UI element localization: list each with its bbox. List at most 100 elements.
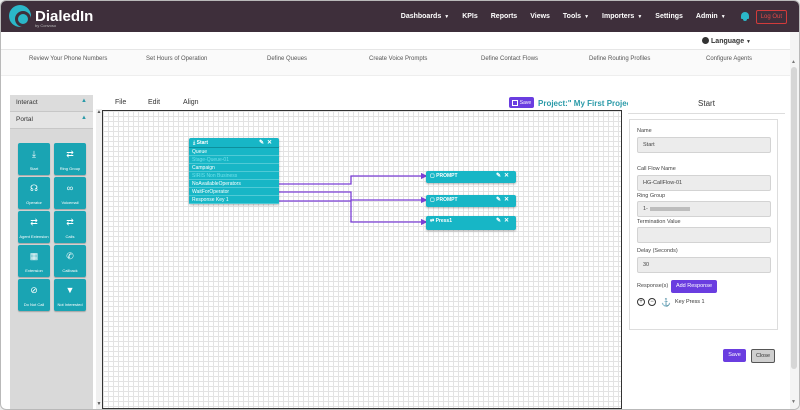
delay-field[interactable]: 30 <box>637 257 771 273</box>
response-label: Key Press 1 <box>674 299 705 305</box>
start-node[interactable]: ⤓ Start ✎✕ Queue Stage-Queue-01 Campaign… <box>189 138 279 204</box>
properties-title: Start <box>698 99 715 108</box>
project-title: Project:" My First Project <box>538 99 634 108</box>
panel-save-button[interactable]: Save <box>723 349 746 362</box>
menu-edit[interactable]: Edit <box>148 99 160 106</box>
prompt-node-1[interactable]: ▢ PROMPT ✎✕ <box>426 171 516 183</box>
nav-reports[interactable]: Reports <box>491 13 517 20</box>
name-field[interactable]: Start <box>637 137 771 153</box>
bell-icon[interactable] <box>740 11 750 22</box>
pencil-icon[interactable]: ✎ <box>496 197 504 203</box>
page-scrollbar-thumb[interactable] <box>791 67 797 369</box>
step-contact-flows[interactable]: Define Contact Flows <box>481 56 538 62</box>
plus-icon[interactable]: + <box>637 298 645 306</box>
delay-label: Delay (Seconds) <box>637 248 678 254</box>
arrows-icon: ⇄ <box>66 149 74 159</box>
nav-tools[interactable]: Tools ▼ <box>563 13 589 20</box>
wire-1 <box>279 172 428 185</box>
thumbs-down-icon: ▼ <box>65 285 75 295</box>
palette-operator[interactable]: ☊ Operator <box>18 177 50 209</box>
anchor-icon: ⚓ <box>661 297 671 307</box>
palette-start[interactable]: ⤓ Start <box>18 143 50 175</box>
brand-logo[interactable]: DialedIn by Convoso <box>9 5 93 28</box>
step-hours[interactable]: Set Hours of Operation <box>146 56 207 62</box>
close-icon[interactable]: ✕ <box>504 173 512 179</box>
pencil-icon[interactable]: ✎ <box>496 218 504 224</box>
node-row-response-key[interactable]: Response Key 1 <box>189 196 279 204</box>
node-row-wait-operator[interactable]: WaitForOperator <box>189 188 279 196</box>
close-icon[interactable]: ✕ <box>267 140 275 146</box>
node-header[interactable]: ▢ PROMPT ✎✕ <box>426 195 516 205</box>
page-scroll-down-icon[interactable]: ▼ <box>791 399 796 405</box>
pencil-icon[interactable]: ✎ <box>259 140 267 146</box>
menu-align[interactable]: Align <box>183 99 199 106</box>
nav-settings[interactable]: Settings <box>655 13 683 20</box>
node-header[interactable]: ⇄ Press1 ✎✕ <box>426 216 516 226</box>
nav-kpis[interactable]: KPIs <box>462 13 478 20</box>
page-scroll-up-icon[interactable]: ▲ <box>791 59 796 65</box>
language-bar: Language ▼ <box>1 32 799 50</box>
close-icon[interactable]: ✕ <box>504 218 512 224</box>
add-response-button[interactable]: Add Response <box>671 280 717 293</box>
node-row-no-available[interactable]: NoAvailableOperators <box>189 180 279 188</box>
palette-callback[interactable]: ✆ Callback <box>54 245 86 277</box>
termination-field[interactable] <box>637 227 771 243</box>
prompt-node-2[interactable]: ▢ PROMPT ✎✕ <box>426 195 516 207</box>
node-header[interactable]: ▢ PROMPT ✎✕ <box>426 171 516 181</box>
node-row-campaign-value: SIRIS Non Business <box>189 172 279 180</box>
close-icon[interactable]: ✕ <box>504 197 512 203</box>
name-label: Name <box>637 128 652 134</box>
nav-importers[interactable]: Importers ▼ <box>602 13 642 20</box>
nav-admin[interactable]: Admin ▼ <box>696 13 726 20</box>
menu-file[interactable]: File <box>115 99 126 106</box>
file-icon: ▢ <box>430 197 435 203</box>
pencil-icon[interactable]: ✎ <box>496 173 504 179</box>
palette-agent-extension[interactable]: ⇄ Agent Extension <box>18 211 50 243</box>
node-row-queue: Queue <box>189 148 279 156</box>
connection-wires <box>279 172 428 226</box>
ringgroup-field[interactable]: 1- <box>637 201 771 217</box>
step-routing-profiles[interactable]: Define Routing Profiles <box>589 56 650 62</box>
voicemail-icon: ∞ <box>66 183 74 193</box>
step-queues[interactable]: Define Queues <box>267 56 307 62</box>
responses-label: Response(s) <box>637 283 669 289</box>
palette-do-not-call[interactable]: ⊘ Do Not Call <box>18 279 50 311</box>
palette-not-interested[interactable]: ▼ Not Interested <box>54 279 86 311</box>
nav-dashboards[interactable]: Dashboards ▼ <box>401 13 449 20</box>
logout-button[interactable]: Log Out <box>755 9 787 24</box>
palette-calls[interactable]: ⇄ Calls <box>54 211 86 243</box>
palette-ring-group[interactable]: ⇄ Ring Group <box>54 143 86 175</box>
palette-extension[interactable]: ▦ Extension <box>18 245 50 277</box>
ringgroup-label: Ring Group <box>637 193 666 199</box>
headset-icon: ☊ <box>30 183 38 193</box>
minus-icon[interactable]: − <box>648 298 656 306</box>
project-save-button[interactable]: Save <box>509 97 534 108</box>
press1-node[interactable]: ⇄ Press1 ✎✕ <box>426 216 516 230</box>
sidebar-section-portal[interactable]: Portal ▲ <box>10 112 93 129</box>
node-row-campaign: Campaign <box>189 164 279 172</box>
panel-close-button[interactable]: Close <box>751 349 775 363</box>
grid-icon: ▦ <box>29 251 39 261</box>
flow-canvas[interactable]: ⤓ Start ✎✕ Queue Stage-Queue-01 Campaign… <box>102 110 622 409</box>
properties-panel-header: Start <box>628 96 785 114</box>
node-header[interactable]: ⤓ Start ✎✕ <box>189 138 279 148</box>
brand-tagline: by Convoso <box>35 23 57 28</box>
palette-voicemail[interactable]: ∞ Voicemail <box>54 177 86 209</box>
component-sidebar: Interact ▲ Portal ▲ ⤓ Start ⇄ Ring Group ☊ Op… <box>10 95 93 409</box>
termination-label: Termination Value <box>637 219 681 225</box>
step-phone-numbers[interactable]: Review Your Phone Numbers <box>29 56 107 62</box>
chevron-up-icon: ▲ <box>81 98 87 104</box>
logo-icon <box>9 5 31 27</box>
nav-menu: Dashboards ▼ KPIs Reports Views Tools ▼ Im… <box>388 1 787 32</box>
app-window: DialedIn by Convoso Dashboards ▼ KPIs Rep… <box>0 0 800 410</box>
step-voice-prompts[interactable]: Create Voice Prompts <box>369 56 427 62</box>
wire-3 <box>279 200 428 226</box>
arrows-icon: ⇄ <box>30 217 38 227</box>
floppy-disk-icon <box>511 99 518 106</box>
callflow-field[interactable]: HG-CallFlow-01 <box>637 175 771 191</box>
language-selector[interactable]: Language ▼ <box>702 37 751 45</box>
nav-views[interactable]: Views <box>530 13 550 20</box>
download-icon: ⤓ <box>193 140 196 146</box>
step-configure-agents[interactable]: Configure Agents <box>706 56 752 62</box>
sidebar-section-interact[interactable]: Interact ▲ <box>10 95 93 112</box>
